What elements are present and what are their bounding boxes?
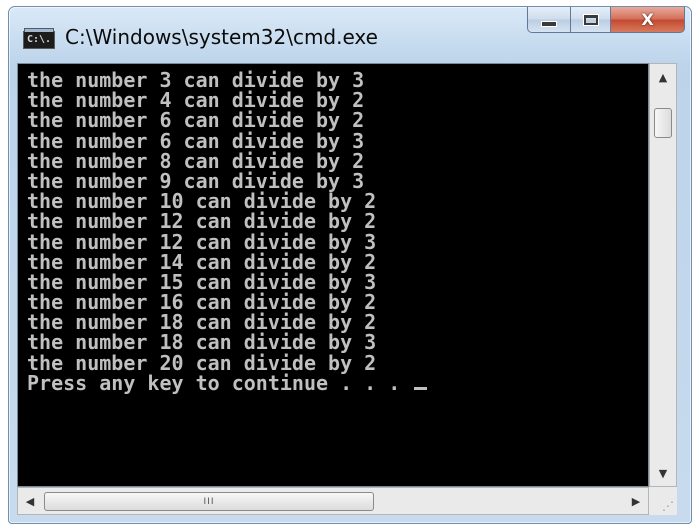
caption-buttons: X: [527, 7, 685, 33]
cmd-app-icon[interactable]: C:\.: [23, 28, 55, 49]
console-window: C:\. C:\Windows\system32\cmd.exe X the n…: [8, 6, 692, 524]
console-line: the number 6 can divide by 3: [27, 128, 365, 153]
vertical-scrollbar[interactable]: ▲ ▼: [649, 63, 677, 487]
console-line: the number 14 can divide by 2: [27, 249, 377, 274]
minimize-button[interactable]: [527, 7, 571, 33]
horizontal-scroll-thumb[interactable]: III: [44, 492, 374, 511]
scroll-down-arrow-icon[interactable]: ▼: [650, 460, 676, 486]
resize-grip-icon[interactable]: ⋰: [649, 487, 677, 515]
console-prompt-line: Press any key to continue . . .: [27, 373, 648, 393]
close-button[interactable]: X: [611, 7, 685, 33]
console-line: the number 9 can divide by 3: [27, 168, 365, 193]
vertical-scroll-thumb[interactable]: [654, 108, 672, 138]
console-prompt: Press any key to continue . . .: [27, 370, 413, 395]
console-line: the number 10 can divide by 2: [27, 189, 377, 214]
console-line: the number 16 can divide by 2: [27, 290, 377, 315]
maximize-icon: [582, 13, 599, 26]
console-line: the number 4 can divide by 2: [27, 88, 365, 113]
minimize-icon: [541, 20, 557, 27]
console-line: the number 3 can divide by 3: [27, 68, 365, 92]
scroll-right-arrow-icon[interactable]: ▶: [624, 488, 648, 514]
horizontal-scrollbar[interactable]: ◀ III ▶: [17, 487, 649, 515]
console-line: the number 12 can divide by 3: [27, 229, 377, 254]
console-line: the number 20 can divide by 2: [27, 350, 377, 375]
console-line: the number 18 can divide by 2: [27, 310, 377, 335]
scroll-up-arrow-icon[interactable]: ▲: [650, 64, 676, 90]
window-title: C:\Windows\system32\cmd.exe: [65, 25, 378, 49]
console-output[interactable]: the number 3 can divide by 3 the number 4…: [17, 63, 649, 487]
close-icon: X: [641, 10, 654, 29]
console-line: the number 15 can divide by 3: [27, 269, 377, 294]
console-line: the number 8 can divide by 2: [27, 148, 365, 173]
text-cursor: [414, 386, 428, 390]
grip-icon: III: [203, 496, 215, 507]
scroll-left-arrow-icon[interactable]: ◀: [18, 488, 42, 514]
console-line: the number 6 can divide by 2: [27, 108, 365, 133]
title-bar[interactable]: C:\. C:\Windows\system32\cmd.exe X: [9, 7, 691, 63]
console-line: the number 18 can divide by 3: [27, 330, 377, 355]
maximize-button[interactable]: [571, 7, 611, 33]
console-line: the number 12 can divide by 2: [27, 209, 377, 234]
